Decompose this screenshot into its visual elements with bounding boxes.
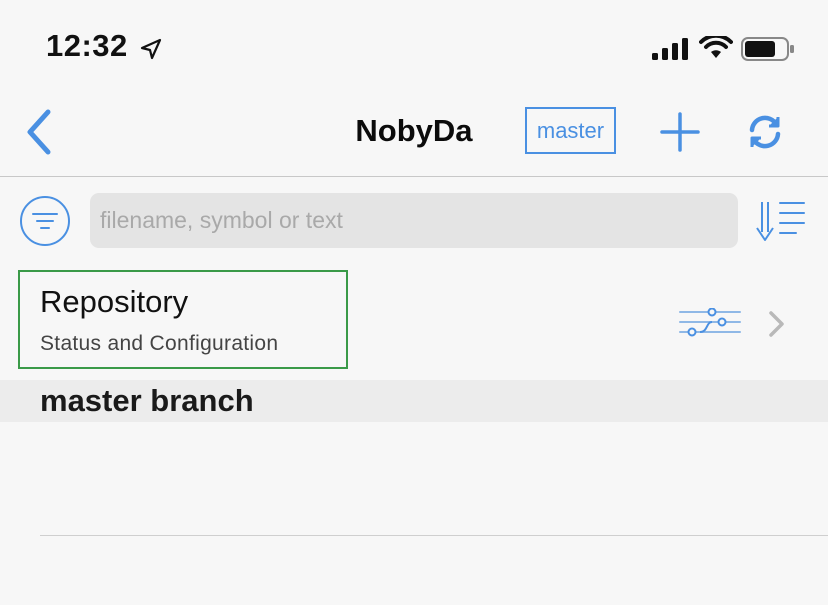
- chevron-right-icon: [769, 311, 784, 337]
- location-arrow-icon: [140, 38, 162, 60]
- chevron-left-icon: [27, 109, 51, 155]
- list-divider: [40, 535, 828, 536]
- filter-button[interactable]: [19, 195, 71, 247]
- back-button[interactable]: [22, 108, 56, 156]
- sort-button[interactable]: [756, 200, 808, 242]
- cellular-signal-icon: [652, 38, 688, 60]
- plus-icon: [660, 112, 700, 152]
- battery-icon: [741, 37, 794, 61]
- repository-subtitle: Status and Configuration: [40, 332, 279, 355]
- section-title: master branch: [40, 383, 254, 418]
- filter-icon: [20, 196, 70, 246]
- nav-divider: [0, 176, 828, 177]
- wifi-icon: [699, 36, 733, 58]
- refresh-icon: [749, 115, 781, 149]
- branch-selector-button[interactable]: master: [525, 107, 616, 154]
- git-branch-icon: [679, 308, 741, 337]
- search-input[interactable]: [90, 193, 738, 248]
- status-time: 12:32: [46, 28, 128, 63]
- repository-title: Repository: [40, 284, 189, 319]
- add-button[interactable]: [660, 112, 700, 152]
- sort-icon: [756, 202, 805, 241]
- page-title: NobyDa: [355, 113, 473, 148]
- refresh-button[interactable]: [747, 113, 783, 151]
